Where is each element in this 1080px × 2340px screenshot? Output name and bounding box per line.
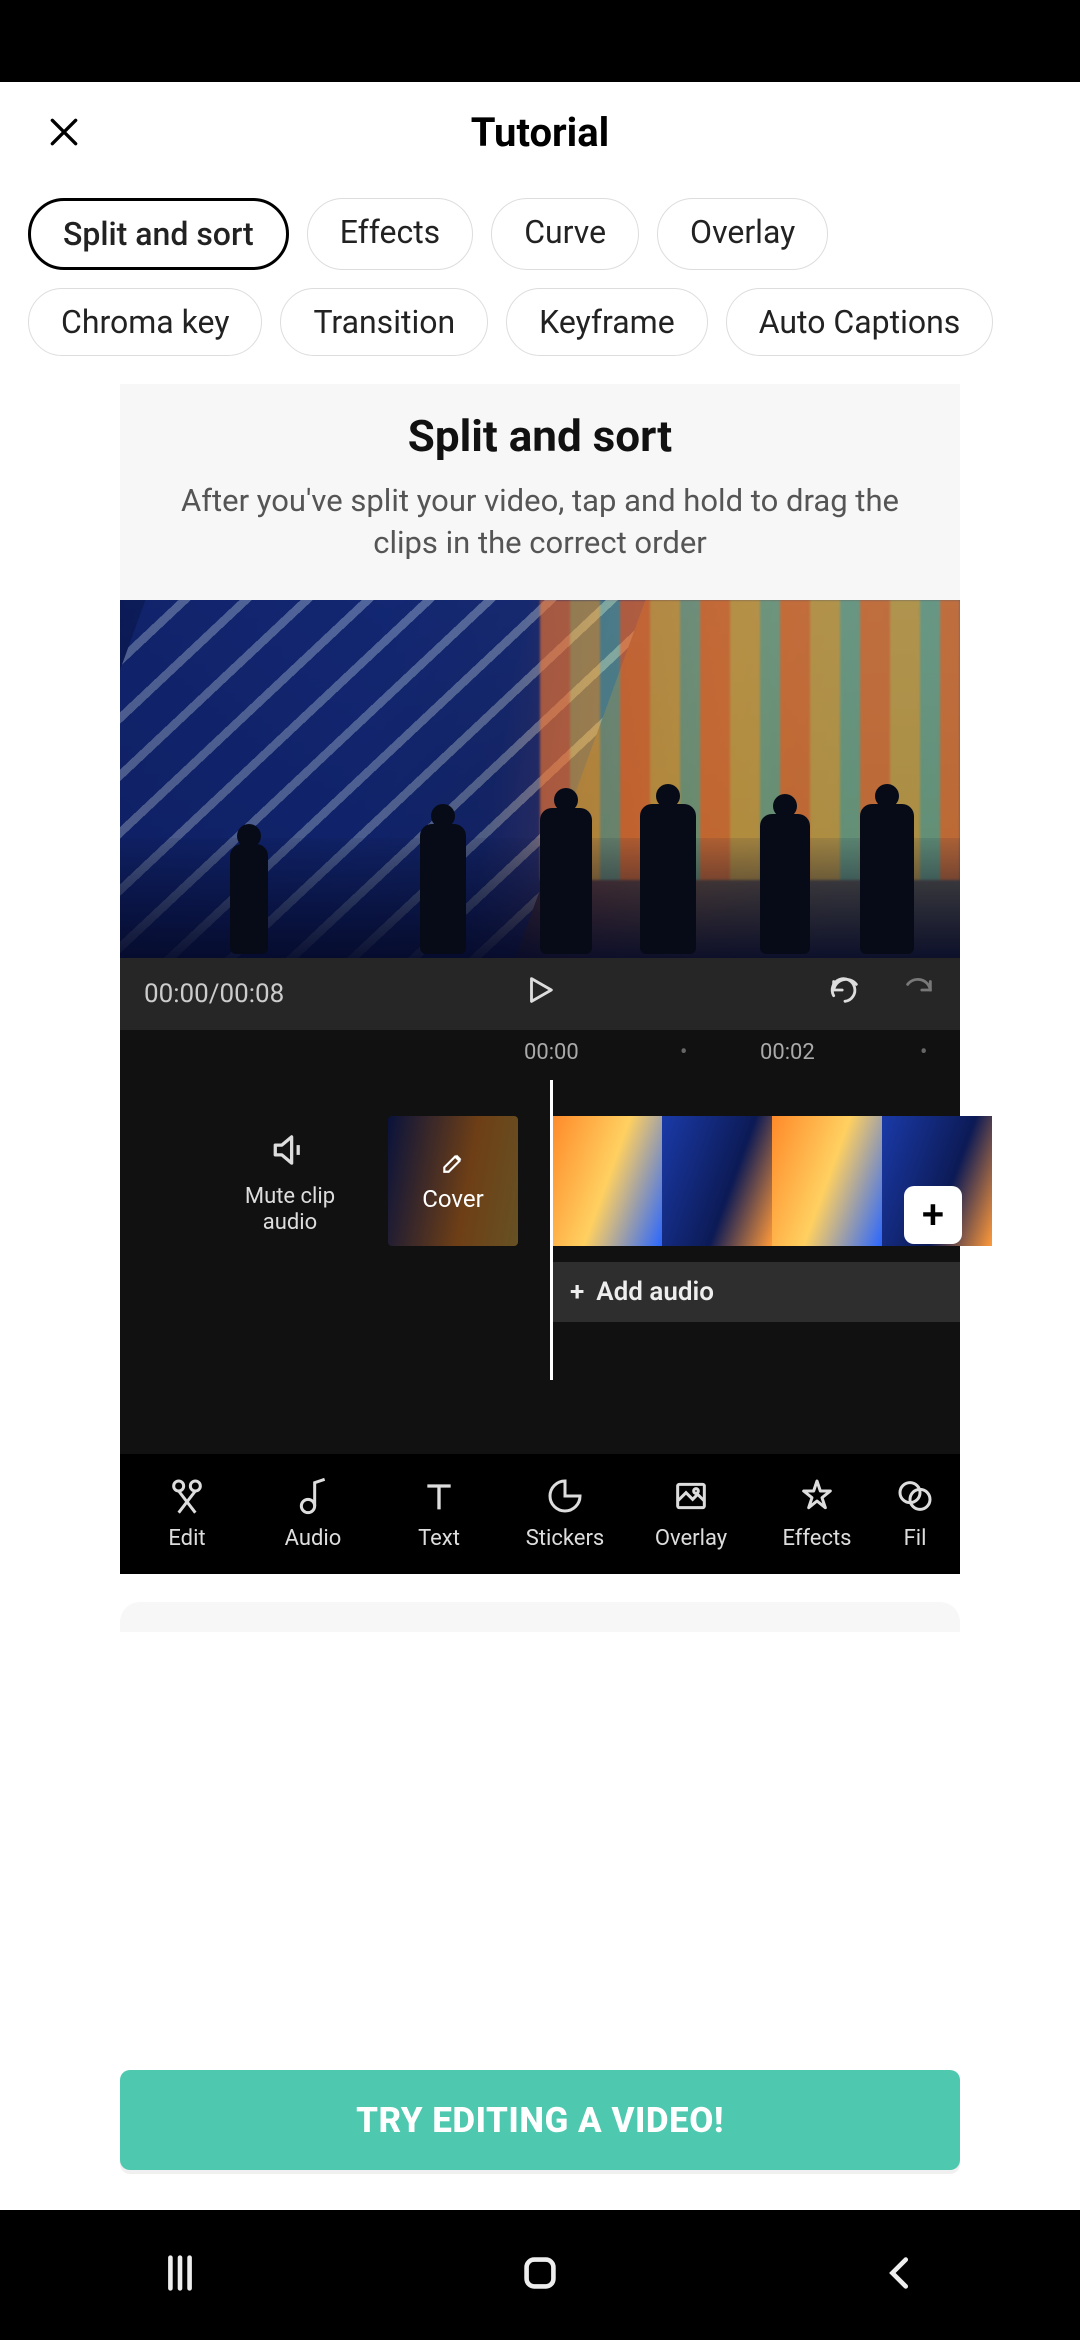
home-icon[interactable]: [517, 2250, 563, 2300]
try-editing-button[interactable]: TRY EDITING A VIDEO!: [120, 2070, 960, 2170]
player-controls: 00:00/00:08: [120, 958, 960, 1030]
mute-clip-audio-button[interactable]: Mute clip audio: [230, 1132, 350, 1237]
tool-effects[interactable]: Effects: [754, 1476, 880, 1551]
next-tutorial-card-peek[interactable]: [120, 1602, 960, 1632]
tutorial-card-description: After you've split your video, tap and h…: [160, 480, 920, 564]
tutorial-chip-row: Split and sort Effects Curve Overlay Chr…: [0, 182, 1080, 356]
playback-time: 00:00/00:08: [144, 979, 284, 1009]
android-nav-bar: [0, 2210, 1080, 2340]
ruler-tick-1: 00:02: [760, 1040, 815, 1065]
status-bar: [0, 0, 1080, 82]
close-icon[interactable]: [40, 108, 88, 156]
chip-keyframe[interactable]: Keyframe: [506, 288, 708, 356]
tutorial-card: Split and sort After you've split your v…: [120, 384, 960, 1574]
tool-overlay[interactable]: Overlay: [628, 1476, 754, 1551]
timeline[interactable]: Mute clip audio Cover +: [120, 1074, 960, 1454]
tool-filters[interactable]: Fil: [880, 1476, 950, 1551]
add-clip-button[interactable]: +: [904, 1186, 962, 1244]
chip-effects[interactable]: Effects: [307, 198, 473, 270]
timeline-ruler[interactable]: 00:00 • 00:02 •: [120, 1030, 960, 1074]
add-audio-button[interactable]: + Add audio: [552, 1262, 960, 1322]
editor-tool-row: Edit Audio Text Stickers: [120, 1454, 960, 1574]
back-icon[interactable]: [877, 2250, 923, 2300]
video-preview: [120, 600, 960, 958]
playhead[interactable]: [550, 1080, 553, 1380]
redo-icon[interactable]: [902, 975, 936, 1012]
chip-split-and-sort[interactable]: Split and sort: [28, 198, 289, 270]
chip-auto-captions[interactable]: Auto Captions: [726, 288, 994, 356]
chip-overlay[interactable]: Overlay: [657, 198, 828, 270]
recents-icon[interactable]: [157, 2250, 203, 2300]
plus-icon: +: [570, 1277, 584, 1307]
tool-stickers[interactable]: Stickers: [502, 1476, 628, 1551]
page-title: Tutorial: [0, 109, 1080, 156]
tutorial-card-title: Split and sort: [160, 410, 920, 462]
chip-chroma-key[interactable]: Chroma key: [28, 288, 262, 356]
clip-track[interactable]: +: [552, 1116, 960, 1246]
play-icon[interactable]: [523, 973, 557, 1014]
editor-preview-screenshot: 00:00/00:08 00:00 • 00:02 •: [120, 600, 960, 1574]
cover-button[interactable]: Cover: [388, 1116, 518, 1246]
undo-icon[interactable]: [828, 975, 862, 1012]
chip-transition[interactable]: Transition: [280, 288, 488, 356]
tool-edit[interactable]: Edit: [124, 1476, 250, 1551]
tool-audio[interactable]: Audio: [250, 1476, 376, 1551]
tool-text[interactable]: Text: [376, 1476, 502, 1551]
ruler-tick-0: 00:00: [524, 1040, 579, 1065]
chip-curve[interactable]: Curve: [491, 198, 639, 270]
header: Tutorial: [0, 82, 1080, 182]
